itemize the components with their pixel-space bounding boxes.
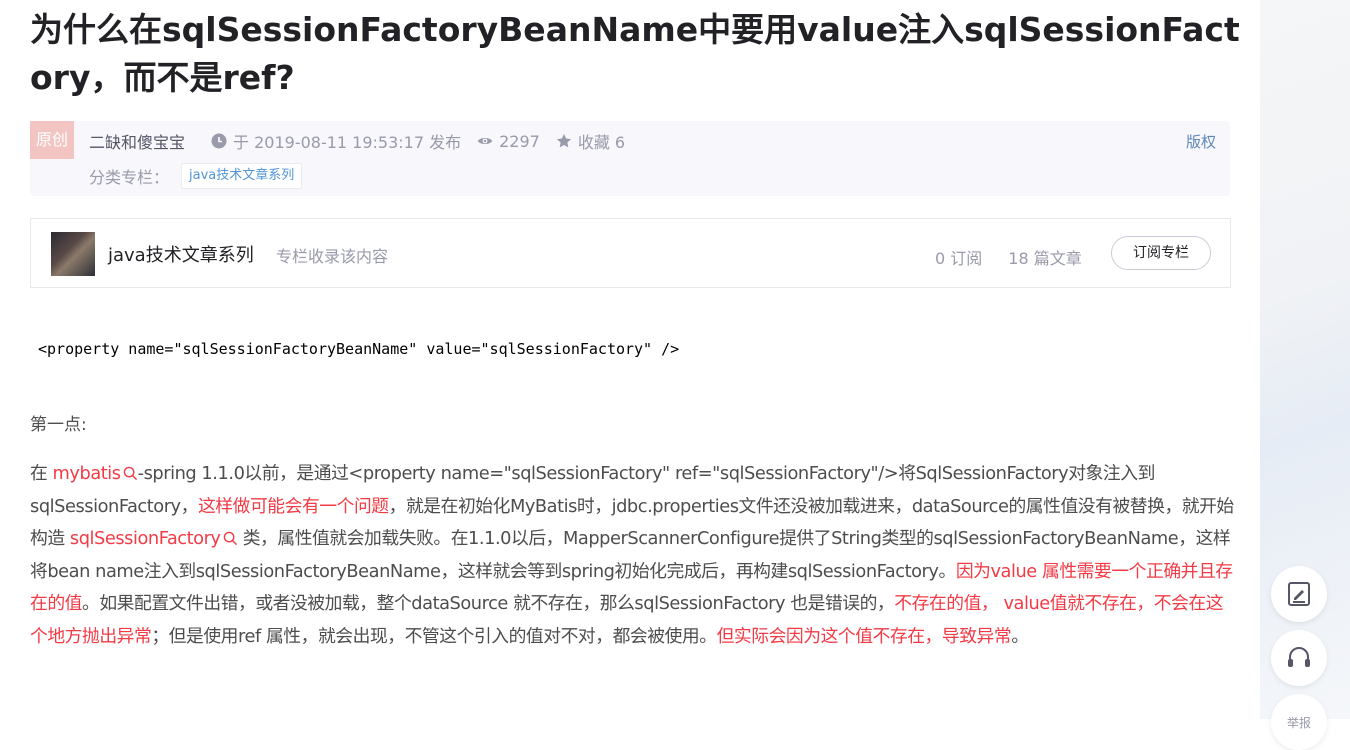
favorite-text: 收藏 6 <box>577 133 626 152</box>
meta-row: 二缺和傻宝宝 于 2019-08-11 19:53:17 发布 2297 收藏 … <box>89 129 641 153</box>
search-icon <box>123 466 137 481</box>
highlight-text: 这样做可能会有一个问题 <box>197 495 389 517</box>
text-segment: 在 <box>30 463 53 484</box>
keyword-text: mybatis <box>52 463 122 484</box>
column-card: java技术文章系列 专栏收录该内容 0 订阅 18 篇文章 订阅专栏 <box>30 218 1231 288</box>
star-icon <box>556 134 571 148</box>
keyword-link-mybatis[interactable]: mybatis <box>53 463 138 484</box>
text-segment: 。如果配置文件出错，或者没被加载，整个dataSource 就不存在，那么sql… <box>82 593 895 615</box>
edit-icon <box>1288 582 1310 606</box>
publish-time: 于 2019-08-11 19:53:17 发布 <box>211 129 461 153</box>
publish-text: 于 2019-08-11 19:53:17 发布 <box>233 133 462 152</box>
subscribe-column-button[interactable]: 订阅专栏 <box>1111 236 1211 270</box>
article-count: 18 篇文章 <box>1008 249 1082 268</box>
article-title: 为什么在sqlSessionFactoryBeanName中要用value注入s… <box>30 10 1240 97</box>
author-link[interactable]: 二缺和傻宝宝 <box>89 129 185 153</box>
view-count: 2297 <box>477 132 540 151</box>
text-segment: 。 <box>1011 625 1029 647</box>
original-badge: 原创 <box>30 121 74 159</box>
column-avatar[interactable] <box>51 232 95 276</box>
text-segment: ；但是使用ref 属性，就会出现，不管这个引入的值对不对，都会被使用。 <box>151 625 717 647</box>
subscriber-count: 0 订阅 <box>935 249 983 268</box>
column-stats: 0 订阅 18 篇文章 <box>935 245 1082 269</box>
favorite-button[interactable]: 收藏 6 <box>556 129 625 153</box>
report-button[interactable]: 举报 <box>1271 694 1327 750</box>
article-paragraph: 在 mybatis -spring 1.1.0以前，是通过<property na… <box>30 458 1234 654</box>
clock-icon <box>211 133 227 149</box>
category-label: 分类专栏： <box>89 168 170 187</box>
code-block: <property name="sqlSessionFactoryBeanNam… <box>38 340 680 358</box>
article-main: 为什么在sqlSessionFactoryBeanName中要用value注入s… <box>0 0 1260 719</box>
category-tag[interactable]: java技术文章系列 <box>181 163 303 189</box>
column-desc: 专栏收录该内容 <box>276 247 389 266</box>
section-label: 第一点: <box>30 415 87 435</box>
report-label: 举报 <box>1286 715 1311 730</box>
keyword-link-sqlsessionfactory[interactable]: sqlSessionFactory <box>70 528 238 549</box>
search-icon <box>223 531 237 546</box>
category-row: 分类专栏： java技术文章系列 <box>89 163 303 189</box>
customer-service-button[interactable] <box>1271 630 1327 686</box>
article-info-box: 原创 二缺和傻宝宝 于 2019-08-11 19:53:17 发布 2297 … <box>30 121 1230 196</box>
view-count-text: 2297 <box>499 131 540 151</box>
eye-icon <box>477 138 493 144</box>
copyright-link[interactable]: 版权 <box>1186 131 1216 152</box>
highlight-text: 但实际会因为这个值不存在，导致异常 <box>716 625 1012 647</box>
keyword-text: sqlSessionFactory <box>69 528 221 550</box>
write-article-button[interactable] <box>1271 566 1327 622</box>
column-name[interactable]: java技术文章系列 <box>108 241 254 267</box>
headset-icon <box>1288 647 1310 667</box>
